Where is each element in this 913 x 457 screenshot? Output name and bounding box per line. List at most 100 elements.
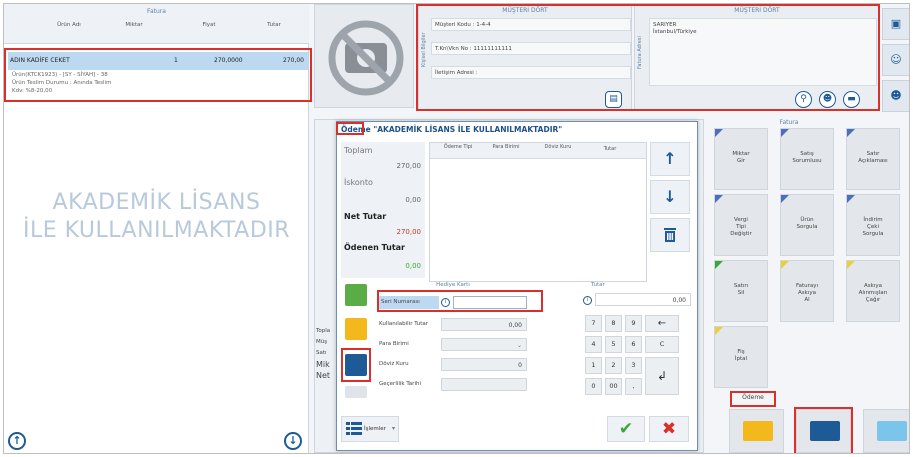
confirm-button[interactable]: ✔ [607,416,645,442]
row-total: 270,00 [283,57,304,64]
license-watermark-line2: İLE KULLANILMAKTADIR [22,218,291,243]
voucher-icon [877,421,907,441]
kullanilabilir-tutar-label: Kullanılabilir Tutar [379,321,429,327]
cancel-button[interactable]: ✖ [649,416,689,442]
payments-grid-header: Ödeme Tipi Para Birimi Döviz Kuru Tutar [430,143,646,159]
islemler-button[interactable]: İşlemler ▾ [341,416,399,442]
payment-dialog: Ödeme "AKADEMİK LİSANS İLE KULLANILMAKTA… [336,121,698,451]
key-3[interactable]: 3 [625,357,642,374]
doviz-kuru-label: Döviz Kuru [379,361,409,367]
trash-icon [664,228,676,242]
gecerlilik-tarihi-label: Geçerlilik Tarihi [379,381,421,387]
address-card-icon[interactable]: ▤ [605,91,622,108]
key-enter[interactable]: ↲ [645,357,679,395]
para-birimi-select[interactable]: ⌄ [441,338,527,351]
doviz-kuru-field: 0 [441,358,527,371]
billing-address-field: SARIYER İstanbul/Türkiye [649,18,877,86]
row-price: 270,0000 [214,57,243,64]
key-clear[interactable]: C [645,336,679,353]
col-odeme-tipi[interactable]: Ödeme Tipi [440,144,476,151]
more-methods-icon[interactable] [345,386,367,398]
move-down-button[interactable]: ↓ [650,180,690,214]
personal-info-label: Kişisel Bilgiler [421,32,427,67]
credit-card-icon [743,421,773,441]
key-backspace[interactable]: ← [645,315,679,332]
credit-card-payment-icon[interactable] [345,318,367,340]
gift-card-payment-icon[interactable] [345,354,367,376]
col-miktar[interactable]: Miktar [114,22,154,28]
key-4[interactable]: 4 [585,336,602,353]
col-urun-adi[interactable]: Ürün Adı [49,22,89,28]
tile-quantity[interactable]: Miktar Gir [714,128,768,190]
iskonto-label: İskonto [344,178,373,187]
tile-recall-suspended[interactable]: Askıya Alınmışları Çağır [846,260,900,322]
switch-customer-button[interactable]: ☻ [882,80,909,112]
iskonto-value: 0,00 [405,196,421,204]
scroll-down-button[interactable]: ↓ [284,432,302,450]
customer-info-panel: MÜŞTERİ DÖRT Kişisel Bilgiler Müşteri Ko… [418,4,632,110]
billing-line1: SARIYER [653,22,677,28]
toplam-value: 270,00 [396,162,422,170]
key-comma[interactable]: , [625,378,642,395]
license-watermark-line1: AKADEMİK LİSANS [52,190,261,215]
add-customer-button[interactable]: ☺ [882,44,909,76]
col-tutar[interactable]: Tutar [254,22,294,28]
tile-sales-rep[interactable]: Satış Sorumlusu [780,128,834,190]
tutar-input[interactable]: 0,00 [595,293,691,306]
billing-address-panel: MÜŞTERİ DÖRT Fatura Adresi SARIYER İstan… [634,4,880,110]
move-up-button[interactable]: ↑ [650,142,690,176]
tile-line-note[interactable]: Satır Açıklaması [846,128,900,190]
col-para-birimi[interactable]: Para Birimi [488,144,524,151]
key-1[interactable]: 1 [585,357,602,374]
customer-tax-field: T.Kn\Vkn No : 11111111111 [431,42,631,55]
tile-cancel-receipt[interactable]: Fiş İptal [714,326,768,388]
tile-suspend-invoice[interactable]: Faturayı Askıya Al [780,260,834,322]
app-window: Fatura Ürün Adı Miktar Fiyat Tutar ADIN … [3,3,910,454]
dialog-title-prefix: Ödeme [341,125,371,134]
tutar-label: Tutar [591,282,605,288]
islemler-label: İşlemler [364,426,386,432]
credit-card-tile[interactable] [729,409,784,453]
other-payment-tile[interactable] [863,409,909,453]
row-product-name: ADIN KADİFE CEKET [10,57,70,64]
tile-product-query[interactable]: Ürün Sorgula [780,194,834,256]
key-2[interactable]: 2 [605,357,622,374]
delete-payment-button[interactable] [650,218,690,252]
invoice-grid-header: Fatura Ürün Adı Miktar Fiyat Tutar [4,4,309,44]
gift-card-tile[interactable] [796,409,851,453]
key-9[interactable]: 9 [625,315,642,332]
scroll-up-button[interactable]: ↑ [8,432,26,450]
key-5[interactable]: 5 [605,336,622,353]
invoice-grid-title: Fatura [147,8,166,15]
tile-change-tax[interactable]: Vergi Tipi Değiştir [714,194,768,256]
no-camera-icon [328,20,404,96]
dropdown-arrow-icon: ▾ [392,425,396,432]
key-6[interactable]: 6 [625,336,642,353]
key-8[interactable]: 8 [605,315,622,332]
key-0[interactable]: 0 [585,378,602,395]
seri-numarasi-input[interactable] [453,296,527,309]
row-qty: 1 [174,57,178,64]
billing-line2: İstanbul/Türkiye [653,29,697,35]
tile-delete-line[interactable]: Satırı Sil [714,260,768,322]
col-tutar[interactable]: Tutar [592,145,628,153]
product-photo-placeholder [314,4,414,108]
row-detail-delivery: Ürün Teslim Durumu : Anında Teslim [12,80,112,86]
key-7[interactable]: 7 [585,315,602,332]
col-doviz-kuru[interactable]: Döviz Kuru [540,144,576,151]
location-pin-icon[interactable]: ⚲ [795,91,812,108]
customer-title: MÜŞTERİ DÖRT [502,7,548,14]
key-00[interactable]: 00 [605,378,622,395]
dialog-title-rest: "AKADEMİK LİSANS İLE KULLANILMAKTADIR" [370,125,563,134]
customer-card-button[interactable]: ▣ [882,8,909,40]
odenen-tutar-label: Ödenen Tutar [344,243,405,252]
cash-payment-icon[interactable] [345,284,367,306]
selected-invoice-row[interactable]: ADIN KADİFE CEKET 1 270,0000 270,00 [8,52,308,70]
close-icon: ✖ [661,419,677,439]
tab-odeme[interactable]: Ödeme [732,393,774,405]
col-fiyat[interactable]: Fiyat [189,22,229,28]
vehicle-icon[interactable]: ▬ [843,91,860,108]
customers-icon[interactable]: ☻ [819,91,836,108]
para-birimi-label: Para Birimi [379,341,409,347]
tile-discount-query[interactable]: İndirim Çeki Sorgula [846,194,900,256]
